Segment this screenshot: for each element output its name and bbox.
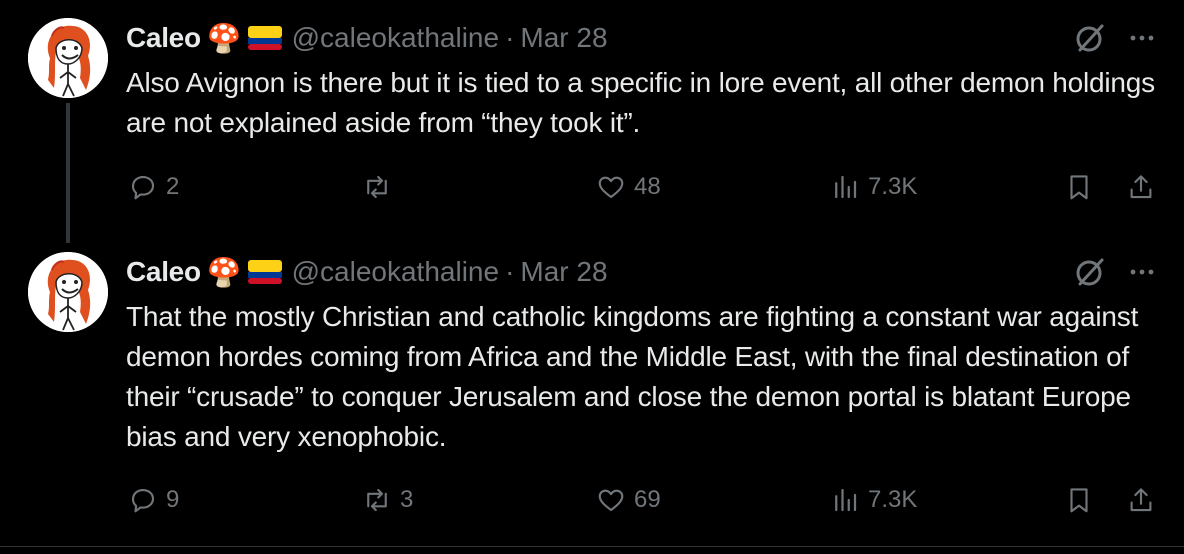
view-count: 7.3K — [868, 486, 918, 513]
mushroom-emoji: 🍄 — [206, 256, 242, 288]
bookmark-button[interactable] — [1064, 167, 1094, 207]
action-bar: 2 48 7.3K — [0, 167, 1184, 207]
repost-count: 3 — [400, 486, 414, 513]
author-name[interactable]: Caleo — [126, 256, 201, 288]
bookmark-button[interactable] — [1064, 480, 1094, 520]
divider — [0, 546, 1184, 547]
share-icon — [1130, 175, 1152, 199]
repost-button[interactable] — [362, 167, 400, 207]
more-icon[interactable] — [1126, 256, 1158, 288]
repost-icon — [367, 175, 387, 199]
colombia-flag-icon — [247, 26, 282, 50]
like-icon — [598, 176, 624, 199]
like-count: 69 — [634, 486, 661, 513]
tweet-text: Also Avignon is there but it is tied to … — [126, 67, 1155, 138]
reply-button[interactable]: 9 — [128, 480, 179, 520]
colombia-flag-icon — [247, 260, 282, 284]
tweet-date[interactable]: Mar 28 — [520, 22, 607, 54]
avatar[interactable] — [28, 252, 108, 332]
like-icon — [598, 489, 624, 512]
avatar-illustration-icon — [28, 18, 108, 98]
grok-icon[interactable] — [1072, 254, 1108, 290]
mushroom-emoji: 🍄 — [206, 22, 242, 54]
reply-icon — [131, 488, 155, 513]
author-name[interactable]: Caleo — [126, 22, 201, 54]
tweet[interactable]: Caleo 🍄 @caleokathaline · Mar 28 Also Av… — [0, 0, 1184, 236]
more-icon[interactable] — [1126, 22, 1158, 54]
reply-icon — [131, 175, 155, 200]
like-button[interactable]: 69 — [596, 480, 661, 520]
tweet-header: Caleo 🍄 @caleokathaline · Mar 28 — [126, 252, 608, 292]
avatar-illustration-icon — [28, 252, 108, 332]
bookmark-icon — [1070, 175, 1088, 200]
share-icon — [1130, 488, 1152, 512]
views-icon — [835, 488, 857, 512]
grok-icon[interactable] — [1072, 20, 1108, 56]
tweet-text: That the mostly Christian and catholic k… — [126, 301, 1139, 452]
bookmark-icon — [1070, 488, 1088, 513]
reply-button[interactable]: 2 — [128, 167, 179, 207]
avatar[interactable] — [28, 18, 108, 98]
author-handle[interactable]: @caleokathaline — [292, 22, 499, 54]
views-icon — [835, 175, 857, 199]
author-handle[interactable]: @caleokathaline — [292, 256, 499, 288]
reply-count: 2 — [166, 173, 180, 200]
views-button[interactable]: 7.3K — [830, 167, 917, 207]
separator-dot: · — [505, 22, 515, 53]
share-button[interactable] — [1126, 167, 1156, 207]
like-button[interactable]: 48 — [596, 167, 661, 207]
share-button[interactable] — [1126, 480, 1156, 520]
reply-count: 9 — [166, 486, 180, 513]
like-count: 48 — [634, 173, 661, 200]
tweet-date[interactable]: Mar 28 — [520, 256, 607, 288]
view-count: 7.3K — [868, 173, 918, 200]
tweet-header: Caleo 🍄 @caleokathaline · Mar 28 — [126, 18, 608, 58]
repost-icon — [367, 488, 387, 512]
tweet[interactable]: Caleo 🍄 @caleokathaline · Mar 28 That th… — [0, 236, 1184, 546]
views-button[interactable]: 7.3K — [830, 480, 917, 520]
action-bar: 9 3 69 7.3K — [0, 480, 1184, 520]
repost-button[interactable]: 3 — [362, 480, 413, 520]
separator-dot: · — [505, 256, 515, 287]
